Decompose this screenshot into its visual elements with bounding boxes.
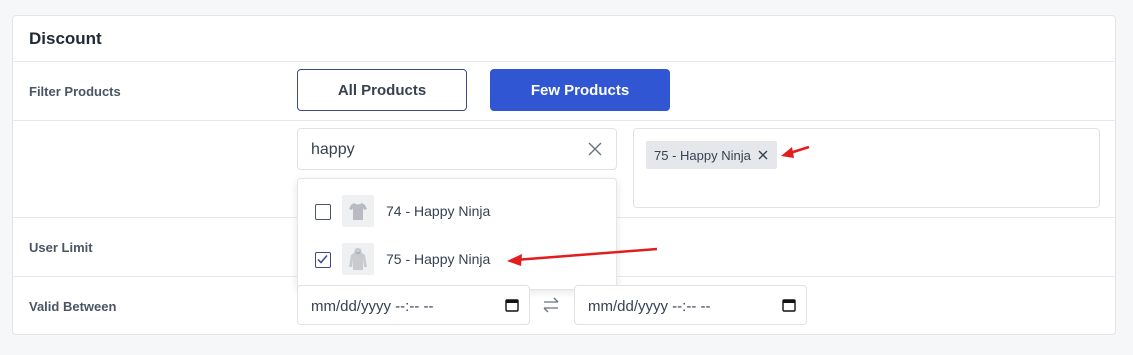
clear-icon[interactable] <box>586 140 604 158</box>
option-checkbox[interactable] <box>315 204 331 220</box>
product-search-input[interactable]: happy <box>297 128 617 170</box>
start-datetime-input[interactable]: mm/dd/yyyy --:-- -- <box>297 285 530 325</box>
divider <box>13 120 1115 121</box>
start-date-placeholder: mm/dd/yyyy --:-- -- <box>311 298 434 315</box>
calendar-icon[interactable] <box>781 297 797 313</box>
product-dropdown: 74 - Happy Ninja 75 - Happy Ninja <box>297 178 617 290</box>
dropdown-option[interactable]: 74 - Happy Ninja <box>298 179 616 227</box>
tshirt-icon <box>342 195 374 227</box>
dropdown-option[interactable]: 75 - Happy Ninja <box>298 227 616 275</box>
filter-products-label: Filter Products <box>29 84 121 99</box>
user-limit-label: User Limit <box>29 240 93 255</box>
all-products-button[interactable]: All Products <box>297 69 467 111</box>
divider <box>13 61 1115 62</box>
panel-title: Discount <box>29 29 102 48</box>
hoodie-icon <box>342 243 374 275</box>
option-label: 75 - Happy Ninja <box>386 251 491 267</box>
valid-between-label: Valid Between <box>29 299 117 314</box>
option-label: 74 - Happy Ninja <box>386 203 491 219</box>
option-checkbox[interactable] <box>315 252 331 268</box>
selected-product-tag: 75 - Happy Ninja <box>646 141 777 169</box>
tag-label: 75 - Happy Ninja <box>654 147 751 163</box>
end-date-placeholder: mm/dd/yyyy --:-- -- <box>588 298 711 315</box>
swap-arrows-icon <box>543 297 559 313</box>
remove-tag-icon[interactable] <box>757 149 769 161</box>
selected-products-box: 75 - Happy Ninja <box>633 128 1100 208</box>
calendar-icon[interactable] <box>504 297 520 313</box>
search-value: happy <box>311 141 355 158</box>
checkmark-icon <box>317 255 328 264</box>
few-products-button[interactable]: Few Products <box>490 69 670 111</box>
end-datetime-input[interactable]: mm/dd/yyyy --:-- -- <box>574 285 807 325</box>
